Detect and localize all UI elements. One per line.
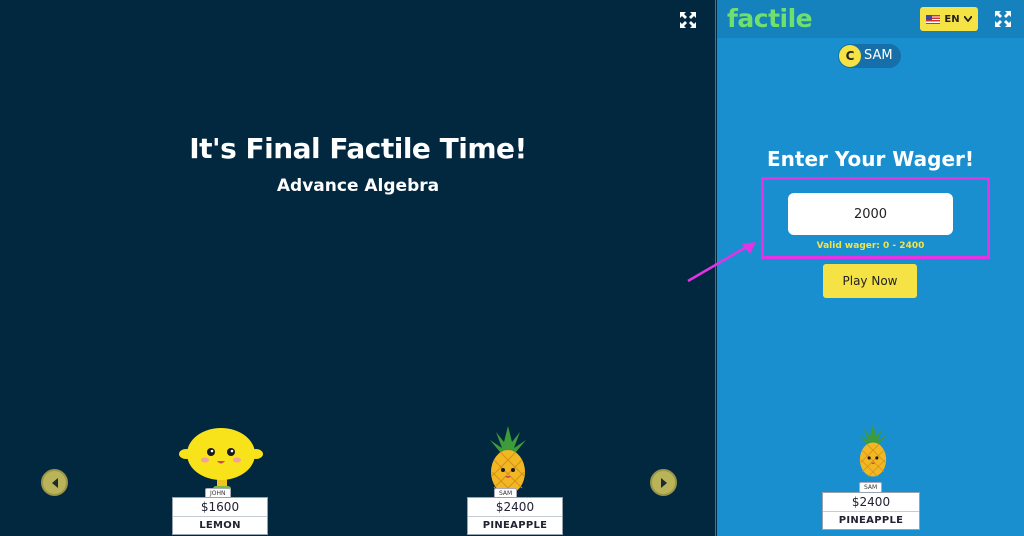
pineapple-character-icon (859, 423, 887, 477)
team-name: LEMON (199, 520, 241, 531)
game-stage: It's Final Factile Time! Advance Algebra… (0, 0, 716, 536)
expand-icon[interactable] (678, 10, 698, 30)
chevron-right-icon (660, 477, 667, 488)
scoreboard: $2400 PINEAPPLE (822, 492, 920, 530)
player-score: $2400 (468, 498, 562, 517)
play-now-button[interactable]: Play Now (823, 264, 917, 298)
user-pill: C SAM (838, 44, 901, 68)
expand-icon[interactable] (993, 9, 1013, 29)
pineapple-character-icon (490, 426, 526, 495)
language-label: EN (944, 13, 960, 25)
page-title: It's Final Factile Time! (189, 132, 527, 165)
team-name: PINEAPPLE (482, 520, 548, 531)
wager-input[interactable] (788, 193, 953, 235)
us-flag-icon (926, 14, 941, 24)
scoreboard: $2400 PINEAPPLE (467, 497, 563, 535)
player-score: $1600 (173, 498, 267, 517)
team-name: PINEAPPLE (838, 515, 904, 526)
previous-button[interactable] (41, 469, 68, 496)
next-button[interactable] (650, 469, 677, 496)
player-panel: factile EN C SAM Enter Your Wager! Valid… (717, 0, 1024, 536)
top-bar: factile EN (717, 0, 1024, 38)
factile-logo: factile (727, 4, 813, 33)
user-name: SAM (864, 48, 893, 63)
avatar: C (839, 45, 861, 67)
scoreboard: $1600 LEMON (172, 497, 268, 535)
annotation-arrow (687, 242, 756, 283)
category-title: Advance Algebra (276, 176, 440, 196)
wager-heading: Enter Your Wager! (766, 147, 974, 171)
player-score: $2400 (823, 493, 919, 512)
chevron-left-icon (51, 477, 58, 488)
language-selector[interactable]: EN (920, 7, 978, 31)
wager-hint: Valid wager: 0 - 2400 (816, 241, 925, 251)
chevron-down-icon (963, 16, 972, 22)
